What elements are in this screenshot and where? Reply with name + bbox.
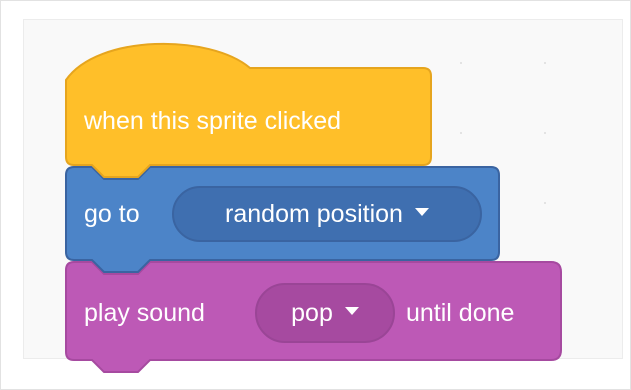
dropdown-arrow-icon [414,208,429,216]
hat-block-label: when this sprite clicked [84,107,342,135]
sound-dropdown[interactable]: pop [255,283,395,343]
position-dropdown-value: random position [225,199,403,228]
position-dropdown[interactable]: random position [172,186,482,242]
sound-block-label: play sound [84,299,205,327]
dropdown-arrow-icon [344,307,359,315]
goto-block-label: go to [84,200,140,228]
sound-block-suffix-label: until done [406,299,515,327]
sound-dropdown-value: pop [291,298,333,327]
block-script: when this sprite clicked go to random po… [0,0,631,390]
